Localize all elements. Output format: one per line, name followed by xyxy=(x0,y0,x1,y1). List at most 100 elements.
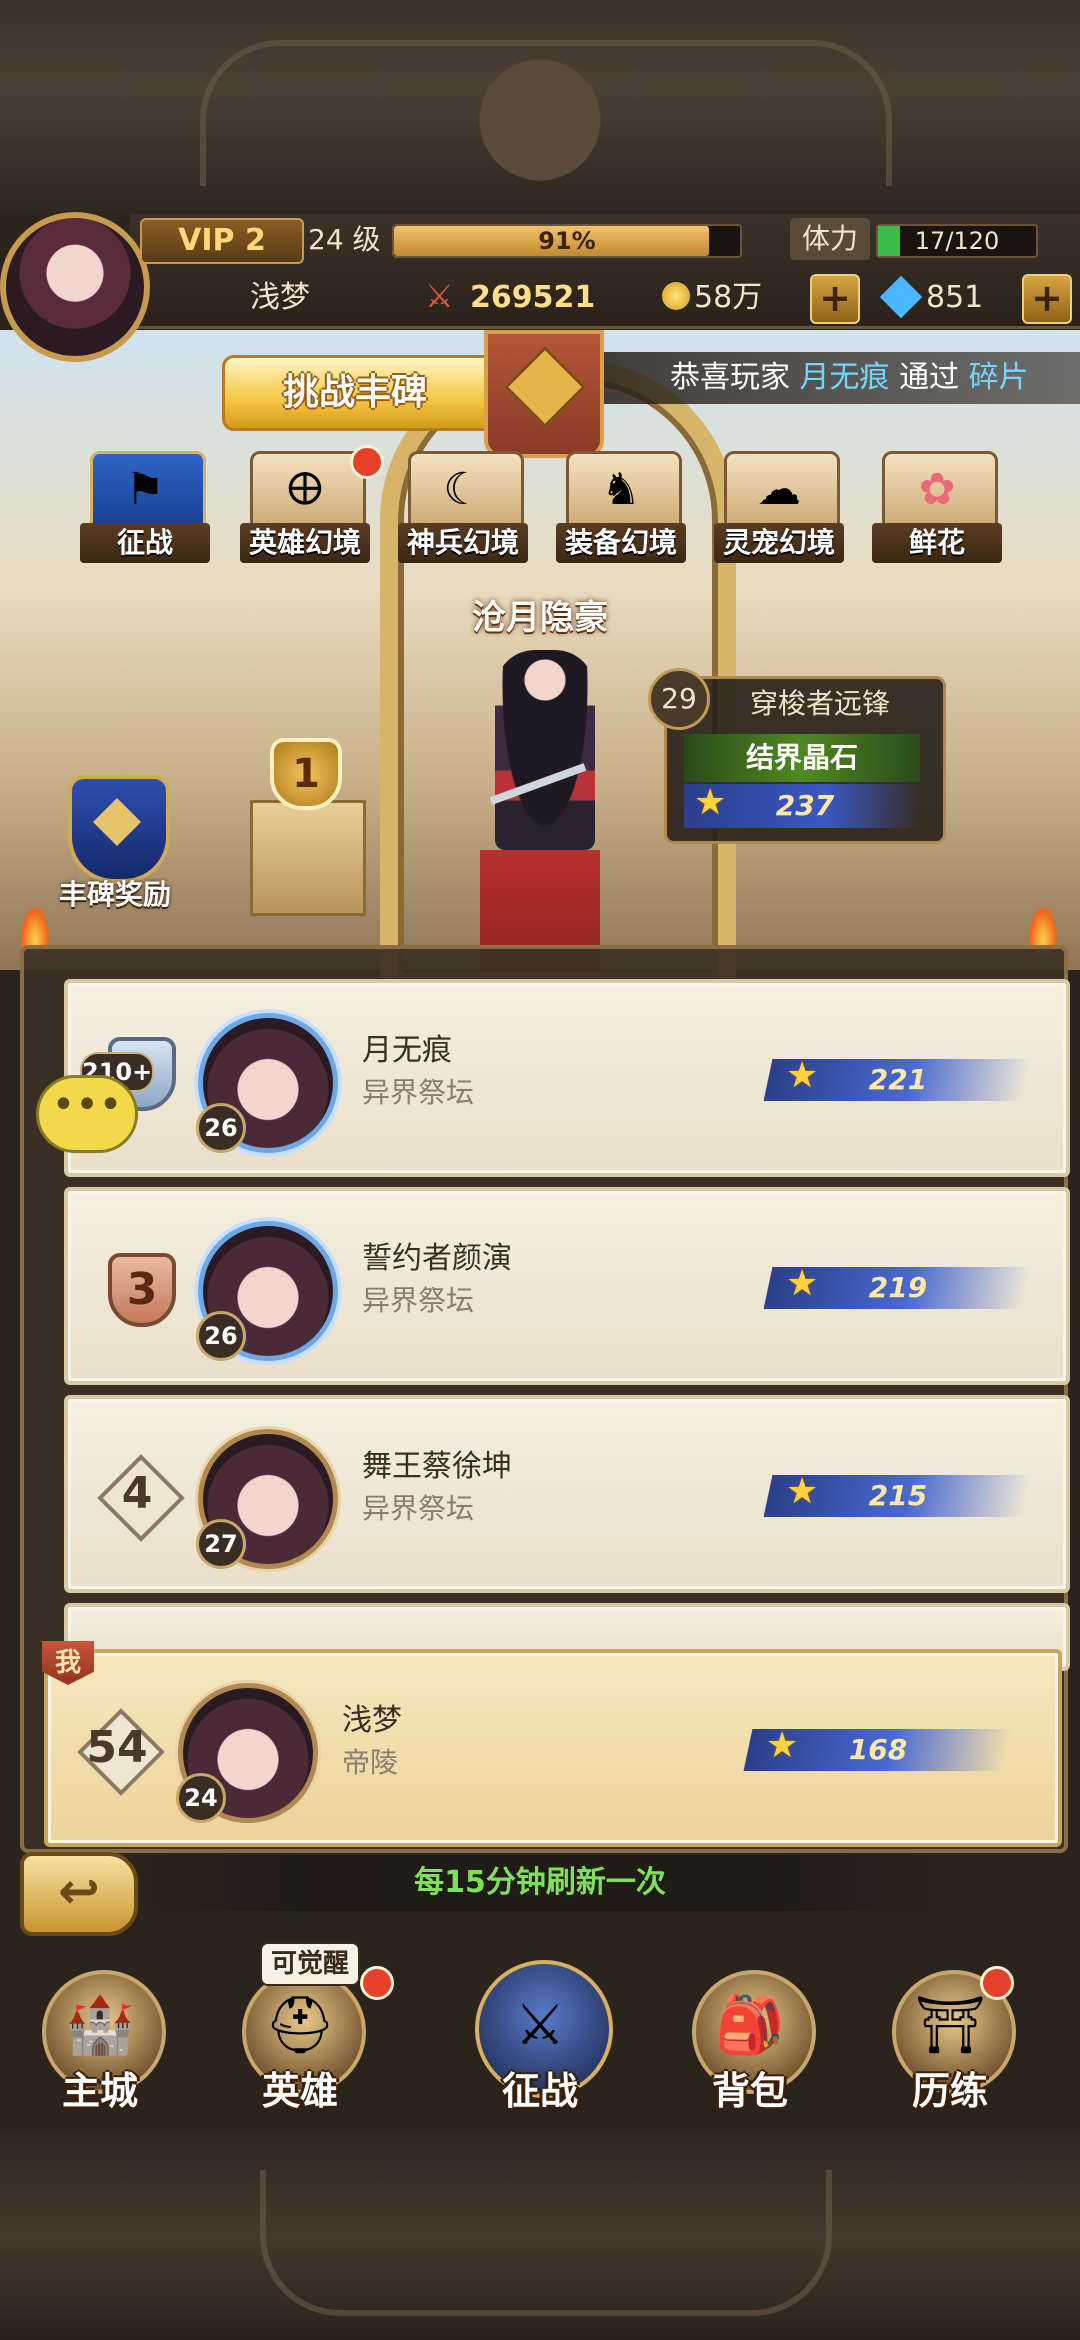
nav-heroes[interactable]: ⛑ 英雄 可觉醒 xyxy=(210,1942,394,2140)
mode-tab-weapon-realm[interactable]: ☾ 神兵幻境 xyxy=(398,445,528,565)
ranking-row[interactable]: 4 27 舞王蔡徐坤 异界祭坛 ★ 215 xyxy=(64,1395,1070,1593)
rank-badge: 4 xyxy=(104,1461,170,1527)
star-icon: ★ xyxy=(786,1471,819,1512)
notification-dot xyxy=(980,1966,1014,2000)
marquee-mid: 通过 xyxy=(899,360,960,395)
mode-label: 装备幻境 xyxy=(556,523,686,563)
player-level-badge: 24 xyxy=(176,1773,226,1823)
ranked-player-guild: 异界祭坛 xyxy=(362,1284,475,1317)
add-gold-button[interactable]: + xyxy=(810,274,860,324)
reward-label: 丰碑奖励 xyxy=(58,878,171,911)
mode-label: 征战 xyxy=(80,523,210,563)
stamina-bar[interactable]: 17/120 xyxy=(876,224,1038,258)
player-avatar[interactable] xyxy=(0,212,150,362)
mode-tab-campaign[interactable]: ⚑ 征战 xyxy=(80,445,210,565)
stamina-value: 17/120 xyxy=(914,227,1000,255)
score-value: 219 xyxy=(868,1271,928,1304)
exp-percent: 91% xyxy=(538,227,596,255)
nav-campaign[interactable]: ⚔ 征战 xyxy=(450,1950,630,2140)
mode-label: 鲜花 xyxy=(872,523,1002,563)
battle-glyph: ⚔ xyxy=(514,1993,566,2058)
mode-tab-flowers[interactable]: ✿ 鲜花 xyxy=(872,445,1002,565)
mode-tabs: ⚑ 征战 🜨 英雄幻境 ☾ 神兵幻境 ♞ 装备幻境 ☁ 灵宠幻境 ✿ 鲜花 xyxy=(80,445,1020,565)
nav-label: 历练 xyxy=(911,2069,988,2113)
refresh-note: 每15分钟刷新一次 xyxy=(140,1855,940,1911)
mode-tab-hero-realm[interactable]: 🜨 英雄幻境 xyxy=(240,445,384,565)
my-score: 168 xyxy=(848,1733,908,1766)
exp-bar: 91% xyxy=(392,224,742,258)
my-guild: 帝陵 xyxy=(342,1746,399,1779)
armor-realm-icon: ♞ xyxy=(601,464,641,515)
ranked-player-name: 月无痕 xyxy=(362,1033,452,1068)
star-icon: ★ xyxy=(694,782,727,823)
player-level-badge: 26 xyxy=(196,1311,246,1361)
nav-label: 征战 xyxy=(501,2069,578,2113)
challenge-monument-button[interactable]: 挑战丰碑 xyxy=(222,355,488,431)
backpack-glyph: 🎒 xyxy=(715,1993,785,2058)
emblem-crest-icon xyxy=(503,345,587,429)
gold-coin-icon xyxy=(662,282,690,310)
score-value: 221 xyxy=(868,1063,928,1096)
monument-reward-button[interactable]: 丰碑奖励 xyxy=(50,775,180,915)
pet-realm-icon: ☁ xyxy=(757,464,801,515)
hero-realm-icon: 🜨 xyxy=(286,464,324,515)
marquee-prefix: 恭喜玩家 xyxy=(670,360,790,395)
mode-tab-armor-realm[interactable]: ♞ 装备幻境 xyxy=(556,445,686,565)
champion-character[interactable] xyxy=(495,650,595,850)
awaken-tag: 可觉醒 xyxy=(260,1942,360,1986)
notification-dot xyxy=(350,445,384,479)
ranking-row[interactable]: 2 26 月无痕 异界祭坛 ★ 221 xyxy=(64,979,1070,1177)
combat-power: 269521 xyxy=(470,280,596,315)
bottom-ornate-frame xyxy=(0,2130,1080,2340)
champion-guild: 结界晶石 xyxy=(684,734,920,782)
player-level-badge: 26 xyxy=(196,1103,246,1153)
announcement-marquee: 恭喜玩家 月无痕 通过 碎片 xyxy=(600,352,1080,404)
star-icon: ★ xyxy=(766,1725,799,1766)
chat-bubble-icon[interactable]: ••• xyxy=(36,1075,138,1153)
nav-backpack[interactable]: 🎒 背包 xyxy=(660,1950,840,2140)
mine-tag: 我 xyxy=(42,1641,94,1685)
champion-name: 穿梭者远锋 xyxy=(749,687,890,720)
castle-glyph: 🏰 xyxy=(65,1993,135,2058)
weapon-realm-icon: ☾ xyxy=(443,464,483,515)
gold-amount: 58万 xyxy=(694,280,763,315)
player-name: 浅梦 xyxy=(250,280,310,315)
add-gems-button[interactable]: + xyxy=(1022,274,1072,324)
vip-badge[interactable]: VIP 2 xyxy=(140,218,304,264)
monument-emblem xyxy=(484,330,604,458)
my-ranking-row[interactable]: 我 54 24 浅梦 帝陵 ★ 168 xyxy=(42,1641,1062,1847)
mode-tab-pet-realm[interactable]: ☁ 灵宠幻境 xyxy=(714,445,844,565)
rank-one-badge: 1 xyxy=(270,738,342,810)
gem-amount: 851 xyxy=(926,280,984,315)
back-button[interactable]: ↩ xyxy=(20,1852,138,1936)
flag-icon: ⚑ xyxy=(125,464,165,515)
notification-dot xyxy=(360,1966,394,2000)
flower-icon: ✿ xyxy=(918,464,956,515)
portal-glyph: ⛩ xyxy=(914,1993,986,2058)
nav-training[interactable]: ⛩ 历练 xyxy=(860,1950,1040,2140)
ranked-player-guild: 异界祭坛 xyxy=(362,1492,475,1525)
ranking-row[interactable]: 3 26 誓约者颜演 异界祭坛 ★ 219 xyxy=(64,1187,1070,1385)
ranked-player-name: 誓约者颜演 xyxy=(362,1241,512,1276)
player-level: 24 级 xyxy=(308,223,381,256)
ranked-player-name: 舞王蔡徐坤 xyxy=(362,1449,512,1484)
rank-number: 54 xyxy=(86,1722,148,1773)
helmet-glyph: ⛑ xyxy=(264,1993,336,2058)
score-value: 215 xyxy=(868,1479,928,1512)
crossed-swords-icon: ⚔ xyxy=(425,277,454,315)
nav-label: 背包 xyxy=(711,2069,788,2113)
rank-one-pedestal xyxy=(250,800,366,916)
stage-title: 沧月隐豪 xyxy=(472,598,608,638)
rank-number: 4 xyxy=(121,1468,153,1519)
marquee-tail: 碎片 xyxy=(968,360,1029,395)
rank-badge: 54 xyxy=(84,1715,150,1781)
nav-main-city[interactable]: 🏰 主城 xyxy=(10,1950,190,2140)
bottom-navigation: 🏰 主城 ⛑ 英雄 可觉醒 ⚔ 征战 🎒 背包 ⛩ 历练 xyxy=(0,1942,1080,2140)
marquee-player: 月无痕 xyxy=(799,360,890,395)
champion-score: 237 xyxy=(775,789,835,822)
reward-shield-icon xyxy=(68,775,170,883)
my-name: 浅梦 xyxy=(342,1703,402,1738)
stamina-label: 体力 xyxy=(790,218,870,260)
mode-label: 英雄幻境 xyxy=(240,523,370,563)
top-ornate-frame xyxy=(0,0,1080,215)
